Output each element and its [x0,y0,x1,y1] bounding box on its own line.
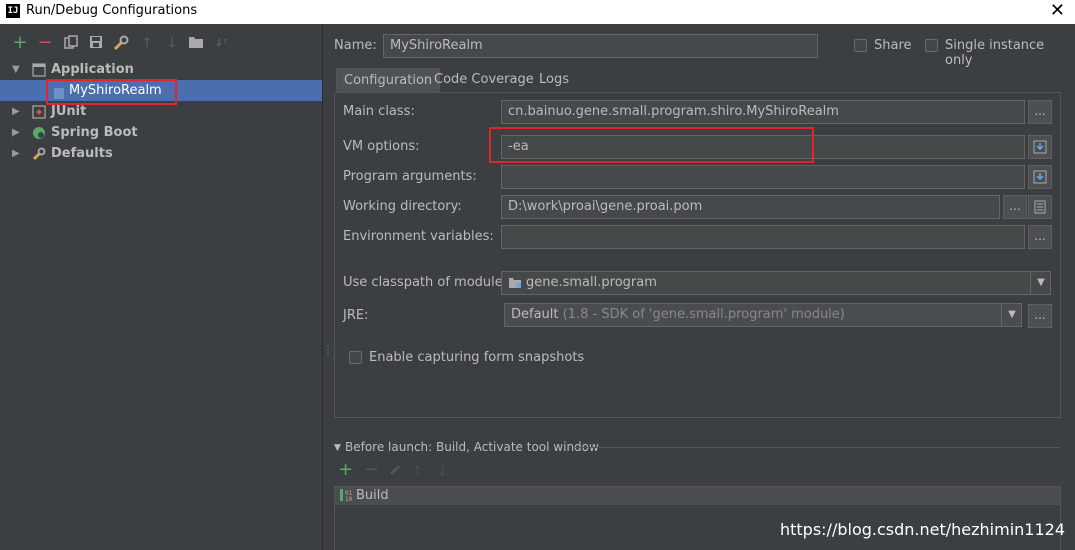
tab-code-coverage[interactable]: Code Coverage [427,68,541,92]
working-dir-browse-button[interactable]: ... [1003,195,1027,219]
tree-item-defaults[interactable]: ▶ Defaults [0,143,322,164]
svg-text:10: 10 [345,496,353,502]
tree-item-junit[interactable]: ▶ JUnit [0,101,322,122]
tree-item-label: Defaults [51,146,113,161]
collapsed-arrow-icon[interactable]: ▶ [12,122,20,143]
add-icon[interactable]: + [338,460,353,480]
close-icon[interactable]: ✕ [1050,0,1065,22]
tree-item-application[interactable]: ▼ Application [0,59,322,80]
move-down-icon[interactable]: 🡓 [164,35,180,51]
snapshots-label: Enable capturing form snapshots [369,350,585,365]
env-vars-field[interactable] [501,225,1025,249]
remove-icon[interactable]: − [364,460,379,480]
main-class-label: Main class: [343,104,415,119]
divider [575,447,1060,448]
jre-label: JRE: [343,308,369,323]
share-label: Share [874,38,912,53]
splitter-handle[interactable]: ⋮ [323,345,333,356]
move-up-icon[interactable]: 🡑 [139,35,155,51]
build-icon: 01 10 [339,488,353,506]
macro-insert-icon[interactable] [1028,195,1052,219]
collapse-arrow-icon[interactable]: ▼ [334,443,341,453]
single-instance-checkbox[interactable] [925,39,938,52]
expand-editor-icon[interactable] [1028,165,1052,189]
main-class-browse-button[interactable]: ... [1028,100,1052,124]
wrench-icon[interactable] [113,35,129,51]
main-class-field[interactable]: cn.bainuo.gene.small.program.shiro.MyShi… [501,100,1025,124]
move-down-icon[interactable]: 🡓 [439,462,446,484]
build-label: Build [356,488,389,503]
program-args-label: Program arguments: [343,169,477,184]
working-dir-field[interactable]: D:\work\proai\gene.proai.pom [501,195,1000,219]
snapshots-checkbox[interactable] [349,351,362,364]
copy-icon[interactable] [63,35,79,51]
edit-icon[interactable] [389,463,402,480]
jre-detail: (1.8 - SDK of 'gene.small.program' modul… [562,307,845,322]
name-label: Name: [334,38,377,53]
list-item[interactable] [335,487,1060,505]
classpath-value: gene.small.program [526,275,657,290]
vm-options-label: VM options: [343,139,420,154]
tree-item-spring-boot[interactable]: ▶ Spring Boot [0,122,322,143]
tree-item-label: JUnit [51,104,87,119]
tree-item-label: Spring Boot [51,125,138,140]
spring-boot-icon [32,126,46,140]
env-vars-browse-button[interactable]: ... [1028,225,1052,249]
move-up-icon[interactable]: 🡑 [414,462,421,484]
application-icon [32,63,46,77]
jre-value: Default [511,307,559,322]
module-folder-icon [508,276,522,293]
classpath-label: Use classpath of module: [343,275,508,290]
working-dir-label: Working directory: [343,199,462,214]
add-icon[interactable]: + [12,34,28,52]
before-launch-title[interactable]: Before launch: Build, Activate tool wind… [345,440,599,454]
app-logo: IJ [6,4,20,18]
chevron-down-icon[interactable]: ▼ [1030,272,1051,294]
program-args-field[interactable] [501,165,1025,189]
wrench-icon [32,147,46,161]
collapsed-arrow-icon[interactable]: ▶ [12,143,20,164]
chevron-down-icon[interactable]: ▼ [1001,304,1022,326]
tab-logs[interactable]: Logs [532,68,576,92]
configurations-tree-pane: + − 🡑 🡓 ↓ᶻ ▼ Application MyShiroRealm ▶ … [0,24,323,550]
jre-browse-button[interactable]: ... [1028,304,1052,328]
window-title: Run/Debug Configurations [26,3,198,18]
tab-configuration[interactable]: Configuration [336,68,441,92]
save-icon[interactable] [88,35,104,51]
env-vars-label: Environment variables: [343,229,494,244]
jre-select[interactable]: Default (1.8 - SDK of 'gene.small.progra… [504,303,1022,327]
title-bar: IJ Run/Debug Configurations ✕ [0,0,1075,24]
single-instance-label: Single instance only [945,38,1045,68]
watermark: https://blog.csdn.net/hezhimin1124 [779,520,1065,539]
junit-icon [32,105,46,119]
remove-icon[interactable]: − [37,34,53,52]
highlight-box [489,127,814,163]
folder-icon[interactable] [188,35,204,51]
name-field[interactable]: MyShiroRealm [383,34,818,58]
expand-editor-icon[interactable] [1028,135,1052,159]
tree-item-label: Application [51,62,134,77]
classpath-module-select[interactable]: gene.small.program [501,271,1051,295]
share-checkbox[interactable] [854,39,867,52]
collapsed-arrow-icon[interactable]: ▶ [12,101,20,122]
sort-icon[interactable]: ↓ᶻ [213,35,229,51]
expanded-arrow-icon[interactable]: ▼ [12,59,20,80]
